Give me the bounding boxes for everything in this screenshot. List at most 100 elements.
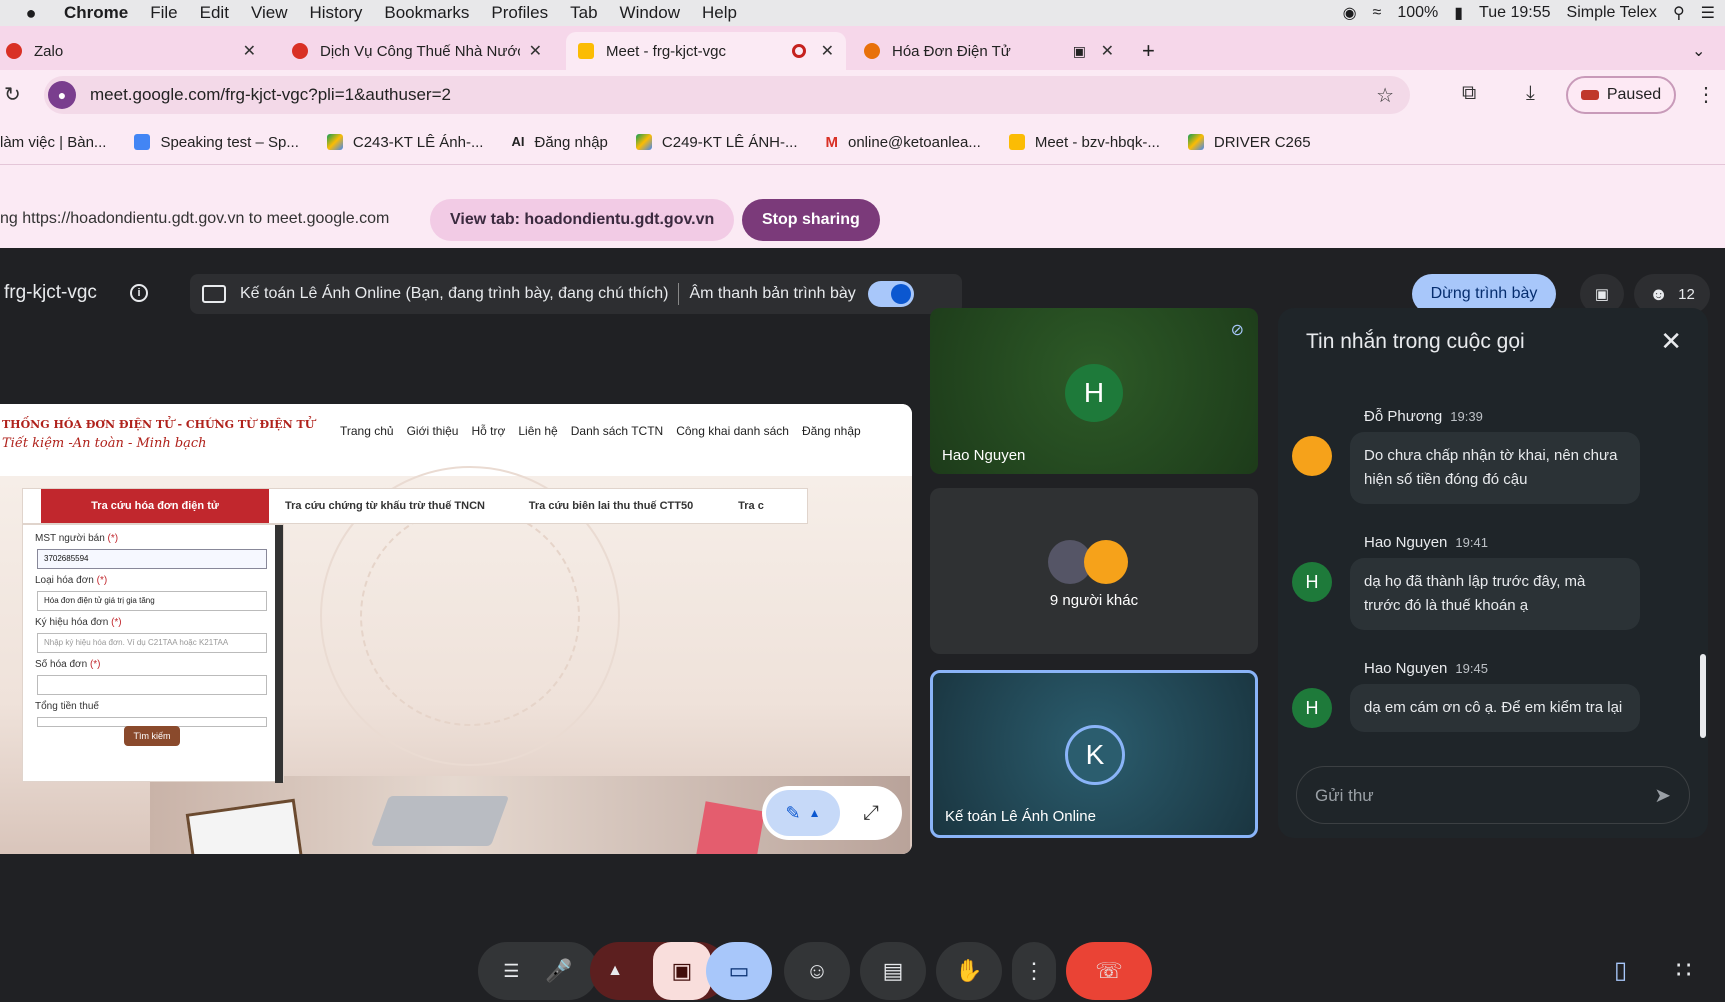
close-icon[interactable]: ✕ [1660,326,1682,357]
menu-history[interactable]: History [309,3,362,23]
site-nav-item[interactable]: Liên hệ [518,424,557,438]
bookmarks-bar: làm việc | Bàn... Speaking test – Sp... … [0,120,1725,164]
message-input[interactable] [1315,783,1635,809]
audio-controls: ☰ 🎤 [478,942,598,1000]
kyhieu-input[interactable]: Nhập ký hiệu hóa đơn. Ví dụ C21TAA hoặc … [37,633,267,653]
menu-app-name[interactable]: Chrome [64,3,128,23]
apple-logo-icon[interactable]: ● [14,3,48,24]
address-bar[interactable]: ● meet.google.com/frg-kjct-vgc?pli=1&aut… [44,76,1410,114]
search-icon[interactable]: ⚲ [1673,3,1685,23]
tab-tra-cuu-hoa-don[interactable]: Tra cứu hóa đơn điện tử [41,489,269,523]
reactions-button[interactable]: ☺ [784,942,850,1000]
battery-icon[interactable]: ▮ [1454,3,1463,23]
site-nav-item[interactable]: Danh sách TCTN [571,424,663,438]
tab-dich-vu-cong[interactable]: Dịch Vụ Công Thuế Nhà Nước ✕ [292,32,554,70]
others-tile[interactable]: 9 người khác [930,488,1258,654]
wifi-icon[interactable]: ≈ [1373,4,1382,22]
fullscreen-button[interactable]: ⤢ [848,790,894,836]
close-icon[interactable]: ✕ [1101,41,1114,61]
tab-tra-cuu-chung-tu[interactable]: Tra cứu chứng từ khấu trừ thuế TNCN [269,489,501,523]
captions-button[interactable]: ▤ [860,942,926,1000]
tab-more[interactable]: Tra c [721,489,781,523]
bookmark-item[interactable]: Speaking test – Sp... [134,133,299,151]
participant-tile[interactable]: ⊘ H Hao Nguyen [930,308,1258,474]
mst-input[interactable]: 3702685594 [37,549,267,569]
tab-tra-cuu-bien-lai[interactable]: Tra cứu biên lai thu thuế CTT50 [501,489,721,523]
close-icon[interactable]: ✕ [821,41,834,61]
audio-level-icon[interactable]: ☰ [503,961,519,982]
menu-profiles[interactable]: Profiles [491,3,548,23]
tab-title: Hóa Đơn Điện Tử [892,42,1011,60]
presenting-text: Kế toán Lê Ánh Online (Bạn, đang trình b… [240,285,669,302]
microphone-icon[interactable]: 🎤 [545,958,572,984]
site-nav-item[interactable]: Đăng nhập [802,424,861,438]
activities-grid-icon[interactable]: ∷ [1676,956,1691,985]
presentation-audio-toggle[interactable] [867,281,914,307]
profile-paused-button[interactable]: Paused [1566,76,1676,114]
menu-view[interactable]: View [251,3,288,23]
menu-tab[interactable]: Tab [570,3,597,23]
extensions-icon[interactable]: ⧉ [1462,82,1476,105]
bookmark-item[interactable]: Meet - bzv-hbqk-... [1008,134,1160,151]
download-icon[interactable]: ⤓ [1526,82,1535,105]
tab-zalo[interactable]: Zalo ✕ [6,32,268,70]
chevron-up-icon[interactable]: ▲ [607,962,623,980]
close-icon[interactable]: ✕ [243,41,256,61]
more-options-button[interactable]: ⋮ [1012,942,1056,1000]
self-tile[interactable]: K Kế toán Lê Ánh Online [930,670,1258,838]
bookmark-item[interactable]: DRIVER C265 [1187,134,1311,151]
telex-label[interactable]: Simple Telex [1567,4,1657,22]
message-bubble: dạ họ đã thành lập trước đây, mà trước đ… [1350,558,1640,630]
menu-help[interactable]: Help [702,3,737,23]
battery-percent[interactable]: 100% [1397,4,1438,22]
tab-meet[interactable]: Meet - frg-kjct-vgc ✕ [566,32,846,70]
chat-icon[interactable]: ▯ [1614,956,1627,985]
control-center-icon[interactable]: ☰ [1701,3,1715,23]
search-button[interactable]: Tìm kiếm [124,726,180,746]
avatar: H [1292,688,1332,728]
bookmark-item[interactable]: Monline@ketoanlea... [826,134,981,152]
so-input[interactable] [37,675,267,695]
menu-window[interactable]: Window [620,3,680,23]
annotate-pen-button[interactable]: ✎ ▲ [766,790,840,836]
stop-sharing-button[interactable]: Stop sharing [742,199,880,241]
menu-edit[interactable]: Edit [200,3,229,23]
camera-off-icon[interactable]: ▣ [652,942,711,1000]
close-icon[interactable]: ✕ [529,41,542,61]
url-text[interactable]: meet.google.com/frg-kjct-vgc?pli=1&authu… [90,85,451,105]
reload-icon[interactable]: ↻ [4,82,21,107]
bookmark-item[interactable]: AI Đăng nhập [511,134,607,151]
raise-hand-button[interactable]: ✋ [936,942,1002,1000]
present-screen-button[interactable]: ▭ [706,942,772,1000]
site-nav-item[interactable]: Công khai danh sách [676,424,789,438]
tab-hoa-don[interactable]: Hóa Đơn Điện Tử ▣ ✕ [864,32,1126,70]
book-illustration [695,801,765,854]
tab-search-chevron-icon[interactable]: ⌄ [1692,32,1716,70]
view-tab-button[interactable]: View tab: hoadondientu.gdt.gov.vn [430,199,735,241]
menu-bookmarks[interactable]: Bookmarks [384,3,469,23]
bookmark-item[interactable]: làm việc | Bàn... [0,134,106,151]
menu-file[interactable]: File [150,3,177,23]
more-menu-icon[interactable]: ⋮ [1696,82,1716,107]
clock[interactable]: Tue 19:55 [1479,4,1550,22]
avatar: K [1065,725,1125,785]
chat-scrollbar[interactable] [1700,654,1706,738]
bookmark-item[interactable]: C249-KT LÊ ÁNH-... [635,134,798,151]
zalo-favicon-icon [6,43,22,59]
bookmark-item[interactable]: C243-KT LÊ Ánh-... [326,134,483,151]
message-time: 19:39 [1450,409,1483,424]
site-nav-item[interactable]: Trang chủ [340,424,394,438]
site-nav-item[interactable]: Hỗ trợ [471,424,505,438]
bookmark-star-icon[interactable]: ☆ [1376,83,1394,108]
info-icon[interactable]: i [130,284,148,302]
record-icon[interactable]: ◉ [1343,3,1357,23]
loai-select[interactable]: Hóa đơn điện tử giá trị gia tăng [37,591,267,611]
form-scrollbar[interactable] [275,525,283,783]
bookmark-label: Speaking test – Sp... [160,133,299,151]
leave-call-button[interactable]: ☏ [1066,942,1152,1000]
site-nav-item[interactable]: Giới thiệu [407,424,459,438]
send-icon[interactable]: ➤ [1654,783,1671,808]
hang-up-icon: ☏ [1095,958,1123,983]
drive-icon [635,134,652,150]
new-tab-button[interactable]: + [1142,32,1172,70]
